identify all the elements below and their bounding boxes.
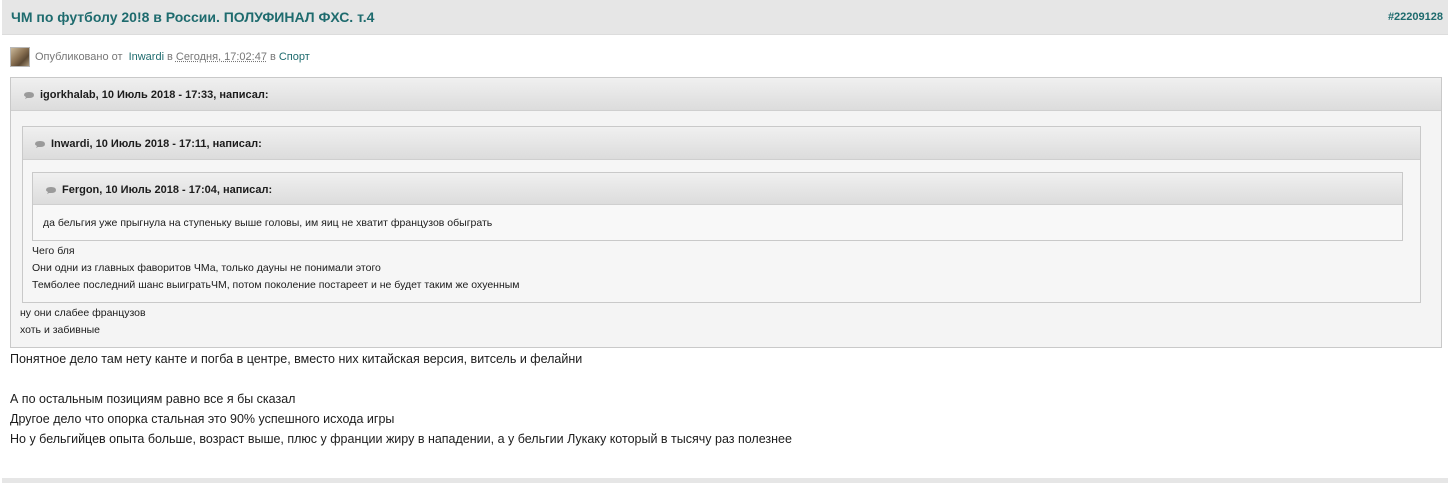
post-id-link[interactable]: #22209128 [1388, 11, 1443, 23]
quote-bubble-icon [24, 92, 34, 99]
quote-line: Они одни из главных фаворитов ЧМа, тольк… [32, 262, 381, 274]
quote-bubble-icon [35, 141, 45, 148]
post-body-line: А по остальным позициям равно все я бы с… [10, 392, 296, 406]
category-link[interactable]: Спорт [279, 51, 310, 63]
quote-header-middle: Inwardi, 10 Июль 2018 - 17:11, написал: [23, 127, 1420, 160]
quote-line: да бельгия уже прыгнула на ступеньку выш… [43, 217, 493, 229]
quote-bubble-icon [46, 187, 56, 194]
post-date: Сегодня, 17:02:47 [175, 51, 267, 63]
post-body-line: Понятное дело там нету канте и погба в ц… [10, 352, 583, 366]
published-label: Опубликовано от [35, 51, 123, 63]
post-header: ЧМ по футболу 20!8 в России. ПОЛУФИНАЛ Ф… [2, 0, 1448, 35]
author-avatar[interactable] [10, 47, 30, 67]
post-body-line: Но у бельгийцев опыта больше, возраст вы… [10, 432, 792, 446]
quote-line: Чего бля [32, 245, 75, 257]
post-body-line: Другое дело что опорка стальная это 90% … [10, 412, 395, 426]
in-word-2: в [269, 51, 276, 63]
quote-author-outer: igorkhalab, 10 Июль 2018 - 17:33, написа… [40, 89, 269, 101]
quote-author-inner: Fergon, 10 Июль 2018 - 17:04, написал: [62, 184, 273, 196]
quote-line: хоть и забивные [20, 324, 101, 336]
post-title-link[interactable]: ЧМ по футболу 20!8 в России. ПОЛУФИНАЛ Ф… [11, 9, 374, 25]
in-word: в [167, 51, 173, 63]
quote-header-inner: Fergon, 10 Июль 2018 - 17:04, написал: [33, 173, 1402, 205]
footer-bar [2, 478, 1448, 483]
quote-block-inner: Fergon, 10 Июль 2018 - 17:04, написал: д… [32, 172, 1403, 241]
post-meta: Опубликовано от Inwardi в Сегодня, 17:02… [10, 46, 310, 68]
quote-author-middle: Inwardi, 10 Июль 2018 - 17:11, написал: [51, 138, 262, 150]
quote-line: Темболее последний шанс выигратьЧМ, пото… [32, 279, 520, 291]
author-link[interactable]: Inwardi [129, 51, 164, 63]
quote-header-outer: igorkhalab, 10 Июль 2018 - 17:33, написа… [11, 78, 1441, 111]
quote-line: ну они слабее французов [20, 307, 146, 319]
